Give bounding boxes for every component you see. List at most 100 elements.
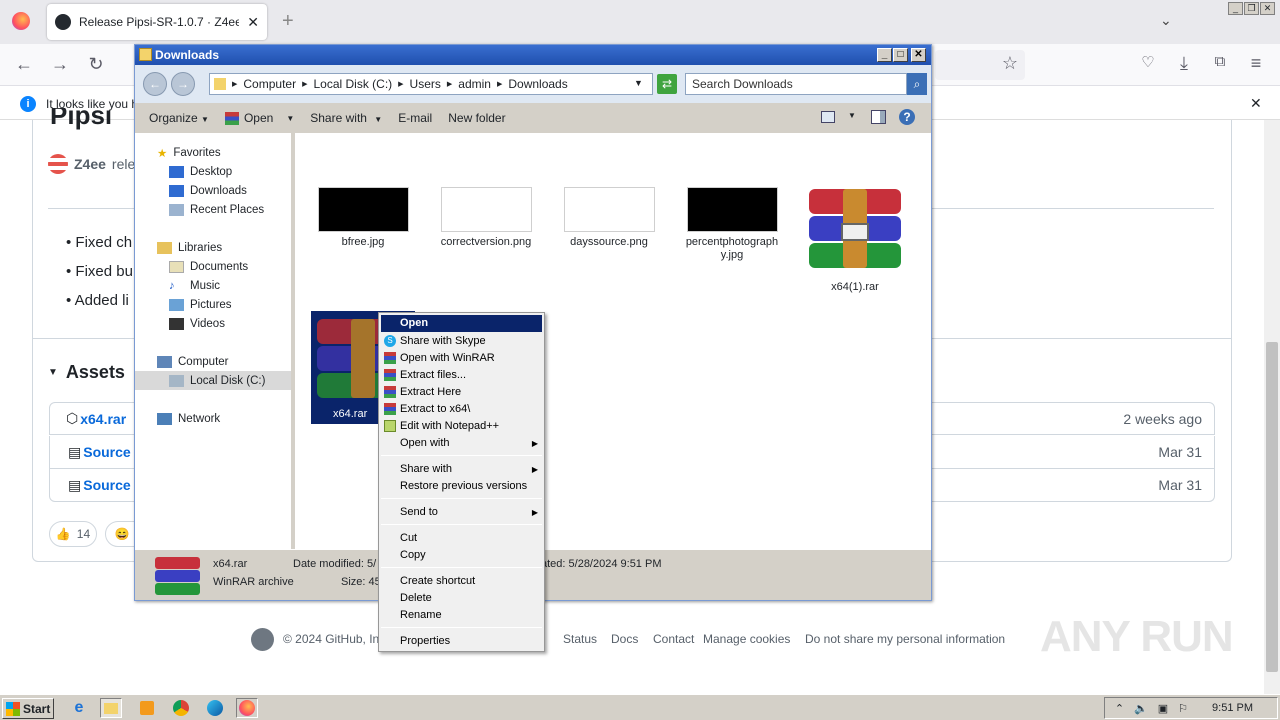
- email-button[interactable]: E-mail: [398, 111, 432, 125]
- nav-local-disk[interactable]: Local Disk (C:): [135, 371, 291, 390]
- firefox-taskbar-icon[interactable]: [236, 698, 258, 718]
- close-button[interactable]: ✕: [911, 48, 926, 62]
- menu-item-edit-notepad[interactable]: Edit with Notepad++: [381, 418, 542, 435]
- breadcrumb-item[interactable]: Users: [410, 77, 441, 91]
- browser-tab-active[interactable]: Release Pipsi-SR-1.0.7 · Z4ee/Pipsi ✕: [47, 4, 267, 40]
- menu-item-cut[interactable]: Cut: [381, 530, 542, 547]
- minimize-button[interactable]: _: [1228, 2, 1243, 15]
- menu-item-rename[interactable]: Rename: [381, 607, 542, 624]
- nav-recent-places[interactable]: Recent Places: [135, 200, 291, 219]
- breadcrumb[interactable]: ▶ Computer ▶ Local Disk (C:) ▶ Users ▶ a…: [209, 73, 653, 95]
- dropdown-arrow-icon[interactable]: ▼: [634, 78, 643, 88]
- reaction-button[interactable]: 👍 14: [49, 521, 97, 547]
- network-tray-icon[interactable]: ▣: [1158, 702, 1168, 715]
- menu-item-open-with[interactable]: Open with ▶: [381, 435, 542, 452]
- menu-item-create-shortcut[interactable]: Create shortcut: [381, 573, 542, 590]
- search-input[interactable]: Search Downloads: [685, 73, 907, 95]
- new-tab-button[interactable]: +: [282, 10, 294, 33]
- close-tab-icon[interactable]: ✕: [247, 14, 259, 31]
- github-footer-logo-icon[interactable]: [251, 628, 274, 651]
- author-link[interactable]: Z4ee: [74, 156, 106, 172]
- window-titlebar[interactable]: Downloads _ □ ✕: [135, 45, 931, 65]
- file-item[interactable]: bfree.jpg: [307, 187, 419, 265]
- bookmark-star-icon[interactable]: ☆: [998, 53, 1022, 74]
- menu-item-open-winrar[interactable]: Open with WinRAR: [381, 350, 542, 367]
- downloads-icon[interactable]: ⤓: [1172, 53, 1196, 74]
- list-tabs-icon[interactable]: ⌄: [1160, 12, 1172, 29]
- menu-item-restore-versions[interactable]: Restore previous versions: [381, 478, 542, 495]
- share-with-menu[interactable]: Share with ▼: [310, 111, 382, 125]
- maximize-button[interactable]: □: [893, 48, 908, 62]
- forward-icon[interactable]: →: [48, 54, 72, 75]
- search-icon[interactable]: ⌕: [907, 73, 927, 95]
- flag-icon[interactable]: ⚐: [1178, 702, 1188, 715]
- pocket-icon[interactable]: ♡: [1136, 53, 1160, 71]
- back-icon[interactable]: ←: [143, 72, 167, 96]
- menu-icon[interactable]: ≡: [1244, 53, 1268, 74]
- nav-libraries[interactable]: Libraries: [135, 238, 291, 257]
- start-button[interactable]: Start: [2, 698, 54, 719]
- minimize-button[interactable]: _: [877, 48, 892, 62]
- menu-item-properties[interactable]: Properties: [381, 633, 542, 650]
- menu-item-send-to[interactable]: Send to ▶: [381, 504, 542, 521]
- edge-icon[interactable]: [204, 698, 226, 718]
- file-item[interactable]: percentphotograph y.jpg: [676, 187, 788, 265]
- nav-music[interactable]: ♪ Music: [135, 276, 291, 295]
- back-icon[interactable]: ←: [12, 54, 36, 75]
- nav-documents[interactable]: Documents: [135, 257, 291, 276]
- tray-arrow-icon[interactable]: ⌃: [1115, 702, 1124, 715]
- nav-videos[interactable]: Videos: [135, 314, 291, 333]
- file-item[interactable]: dayssource.png: [553, 187, 665, 265]
- menu-item-open[interactable]: Open: [381, 315, 542, 332]
- internet-explorer-icon[interactable]: e: [68, 698, 90, 718]
- menu-item-delete[interactable]: Delete: [381, 590, 542, 607]
- menu-item-share-with[interactable]: Share with ▶: [381, 461, 542, 478]
- asset-link[interactable]: x64.rar: [80, 411, 126, 427]
- nav-desktop[interactable]: Desktop: [135, 162, 291, 181]
- view-options-icon[interactable]: [821, 111, 835, 123]
- assets-heading[interactable]: ▼ Assets: [48, 362, 125, 383]
- file-item[interactable]: x64(1).rar: [799, 189, 911, 293]
- clock[interactable]: 9:51 PM: [1212, 702, 1253, 714]
- avatar[interactable]: [48, 154, 68, 174]
- explorer-taskbar-icon[interactable]: [100, 698, 122, 718]
- nav-network[interactable]: Network: [135, 409, 291, 428]
- file-item[interactable]: correctversion.png: [430, 187, 542, 265]
- menu-item-extract-files[interactable]: Extract files...: [381, 367, 542, 384]
- menu-item-share-skype[interactable]: S Share with Skype: [381, 333, 542, 350]
- menu-item-extract-to[interactable]: Extract to x64\: [381, 401, 542, 418]
- footer-link-docs[interactable]: Docs: [611, 632, 638, 646]
- chrome-icon[interactable]: [170, 698, 192, 718]
- scrollbar-thumb[interactable]: [1266, 342, 1278, 672]
- nav-computer[interactable]: Computer: [135, 352, 291, 371]
- footer-link-privacy[interactable]: Do not share my personal information: [805, 632, 1005, 646]
- breadcrumb-item[interactable]: Computer: [243, 77, 296, 91]
- forward-icon[interactable]: →: [171, 72, 195, 96]
- nav-downloads[interactable]: Downloads: [135, 181, 291, 200]
- menu-item-copy[interactable]: Copy: [381, 547, 542, 564]
- menu-item-extract-here[interactable]: Extract Here: [381, 384, 542, 401]
- help-icon[interactable]: ?: [899, 109, 915, 125]
- footer-link-status[interactable]: Status: [563, 632, 597, 646]
- reload-icon[interactable]: ↻: [84, 54, 108, 75]
- close-window-button[interactable]: ✕: [1260, 2, 1275, 15]
- close-notification-icon[interactable]: ✕: [1250, 95, 1262, 112]
- open-menu[interactable]: Open ▼: [224, 111, 294, 125]
- media-player-icon[interactable]: [136, 698, 158, 718]
- volume-icon[interactable]: 🔈: [1134, 702, 1148, 715]
- nav-pictures[interactable]: Pictures: [135, 295, 291, 314]
- new-folder-button[interactable]: New folder: [448, 111, 505, 125]
- page-scrollbar[interactable]: [1264, 120, 1280, 694]
- organize-menu[interactable]: Organize ▼: [149, 111, 209, 125]
- nav-favorites[interactable]: ★ Favorites: [135, 143, 291, 162]
- refresh-icon[interactable]: ⇄: [657, 74, 677, 94]
- dropdown-arrow-icon[interactable]: ▼: [848, 111, 856, 120]
- extensions-icon[interactable]: ⧉: [1208, 53, 1232, 70]
- restore-button[interactable]: ❐: [1244, 2, 1259, 15]
- breadcrumb-item[interactable]: Downloads: [508, 77, 567, 91]
- firefox-icon[interactable]: [12, 12, 30, 30]
- footer-link-contact[interactable]: Contact: [653, 632, 694, 646]
- preview-pane-icon[interactable]: [871, 110, 886, 124]
- breadcrumb-item[interactable]: admin: [458, 77, 491, 91]
- breadcrumb-item[interactable]: Local Disk (C:): [313, 77, 392, 91]
